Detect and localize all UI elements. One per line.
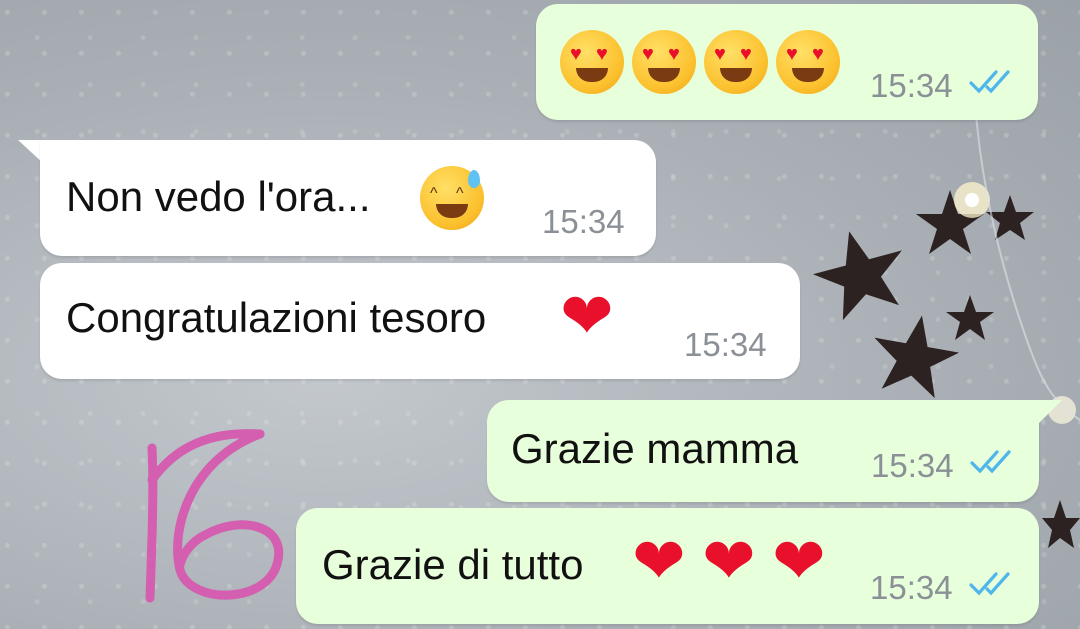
red-heart-emoji-1: ❤ <box>632 525 686 599</box>
message-bubble-outgoing-1[interactable]: ♥ ♥ ♥ ♥ ♥ ♥ ♥ ♥ 15:34 <box>536 4 1038 120</box>
message-text: Congratulazioni tesoro <box>66 294 487 341</box>
red-heart-emoji-2: ❤ <box>702 525 756 599</box>
red-heart-emoji-3: ❤ <box>772 525 826 599</box>
message-text: Non vedo l'ora... <box>66 173 371 220</box>
message-time: 15:34 <box>870 569 953 606</box>
message-time: 15:34 <box>684 326 767 363</box>
message-emoji-row: ♥ ♥ ♥ ♥ ♥ ♥ ♥ ♥ <box>560 30 848 94</box>
heart-eyes-emoji-1: ♥ ♥ <box>560 30 624 94</box>
message-text: Grazie mamma <box>511 425 799 472</box>
message-bubble-incoming-1[interactable]: Non vedo l'ora... ^ ^ 15:34 <box>40 140 656 256</box>
message-bubble-incoming-2[interactable]: Congratulazioni tesoro ❤ 15:34 <box>40 263 800 379</box>
heart-eyes-emoji-2: ♥ ♥ <box>632 30 696 94</box>
bubble-tail-outgoing <box>1038 400 1062 424</box>
message-time: 15:34 <box>870 67 953 104</box>
message-bubble-outgoing-2[interactable]: Grazie mamma 15:34 <box>487 400 1039 502</box>
read-receipt-icon <box>969 70 1010 94</box>
message-bubble-outgoing-3[interactable]: Grazie di tutto ❤ ❤ ❤ 15:34 <box>296 508 1039 624</box>
grinning-sweat-emoji: ^ ^ <box>420 166 484 230</box>
message-time: 15:34 <box>871 447 954 484</box>
message-time: 15:34 <box>542 203 625 240</box>
read-receipt-icon <box>969 572 1010 596</box>
heart-eyes-emoji-3: ♥ ♥ <box>704 30 768 94</box>
handwritten-number-16 <box>145 429 284 603</box>
read-receipt-icon <box>970 450 1011 474</box>
red-heart-emoji: ❤ <box>560 280 614 354</box>
message-text: Grazie di tutto <box>322 541 584 588</box>
heart-eyes-emoji-4: ♥ ♥ <box>776 30 840 94</box>
